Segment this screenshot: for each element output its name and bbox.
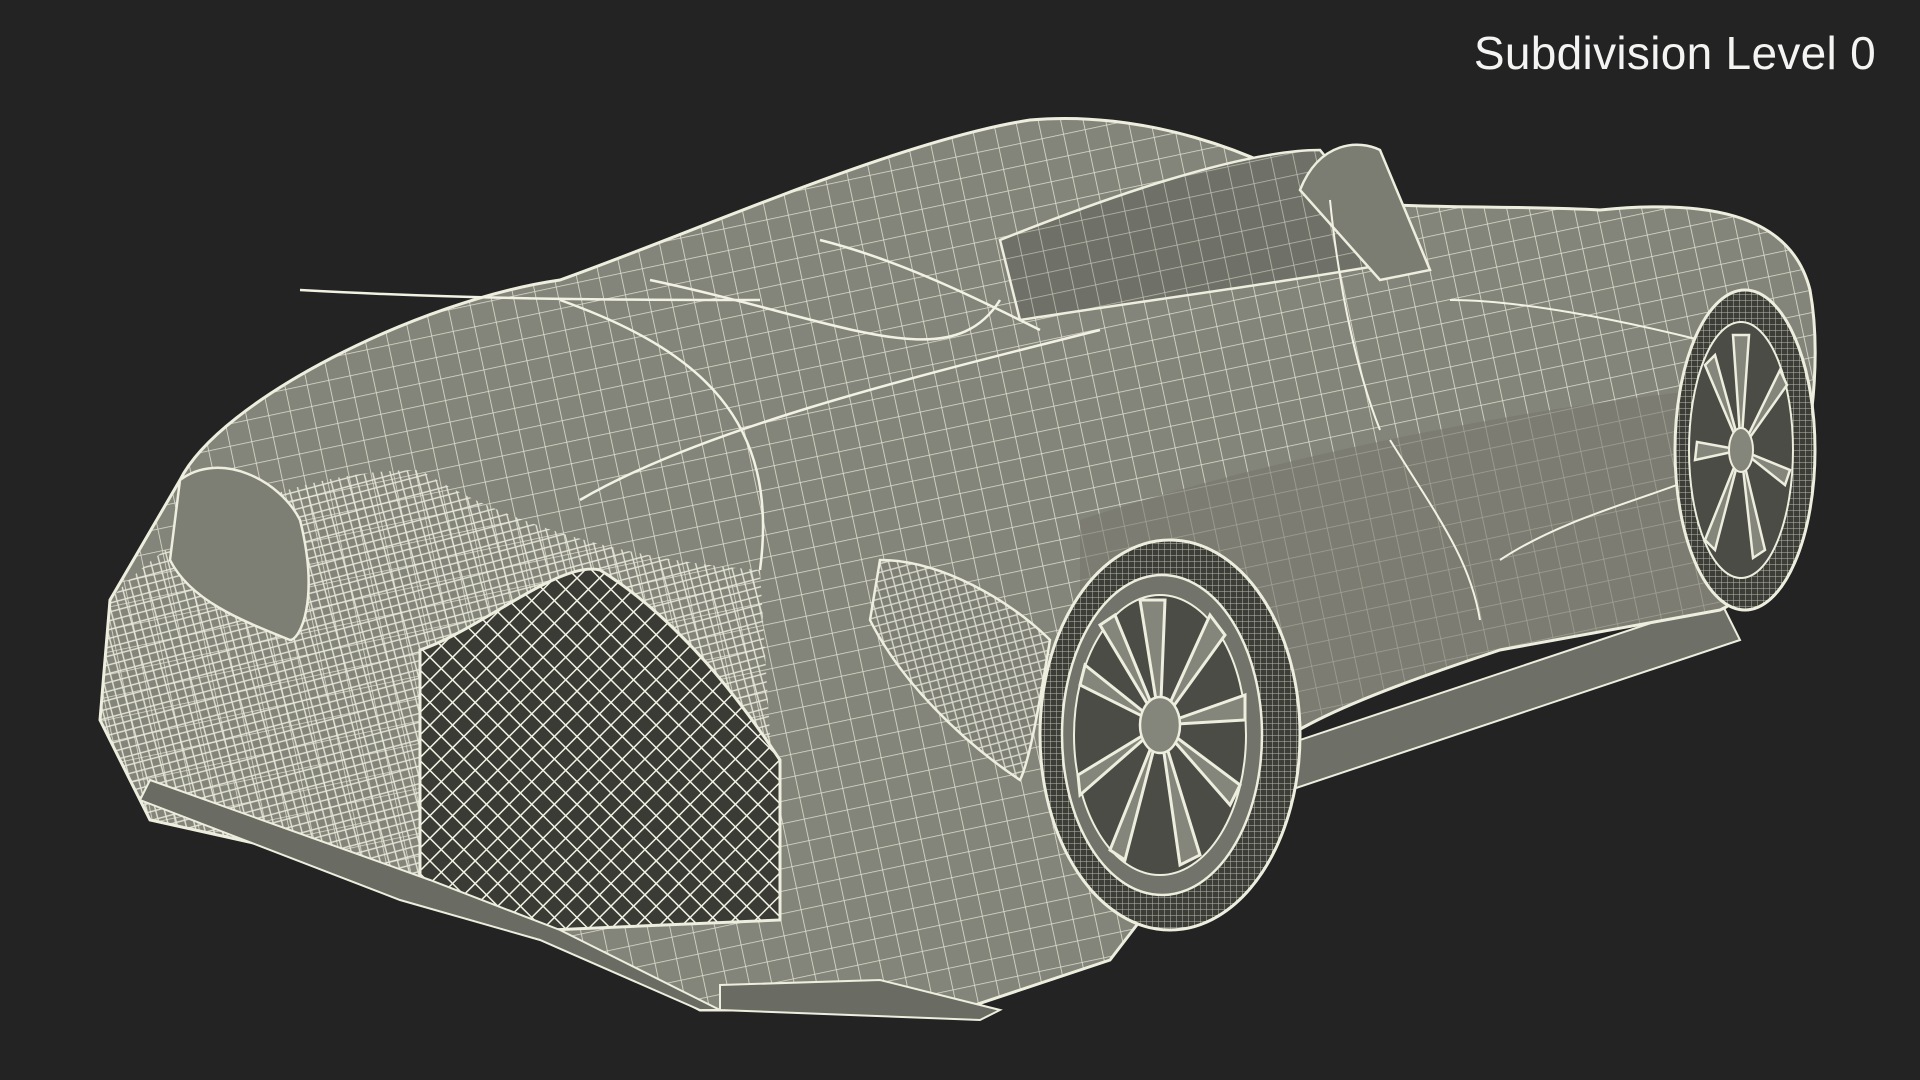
render-viewport: Subdivision Level 0: [0, 0, 1920, 1080]
subdivision-level-label: Subdivision Level 0: [1473, 27, 1876, 79]
rear-wheel: [1673, 288, 1817, 612]
car-wireframe-render: [98, 116, 1817, 1022]
front-wheel: [1038, 538, 1302, 932]
